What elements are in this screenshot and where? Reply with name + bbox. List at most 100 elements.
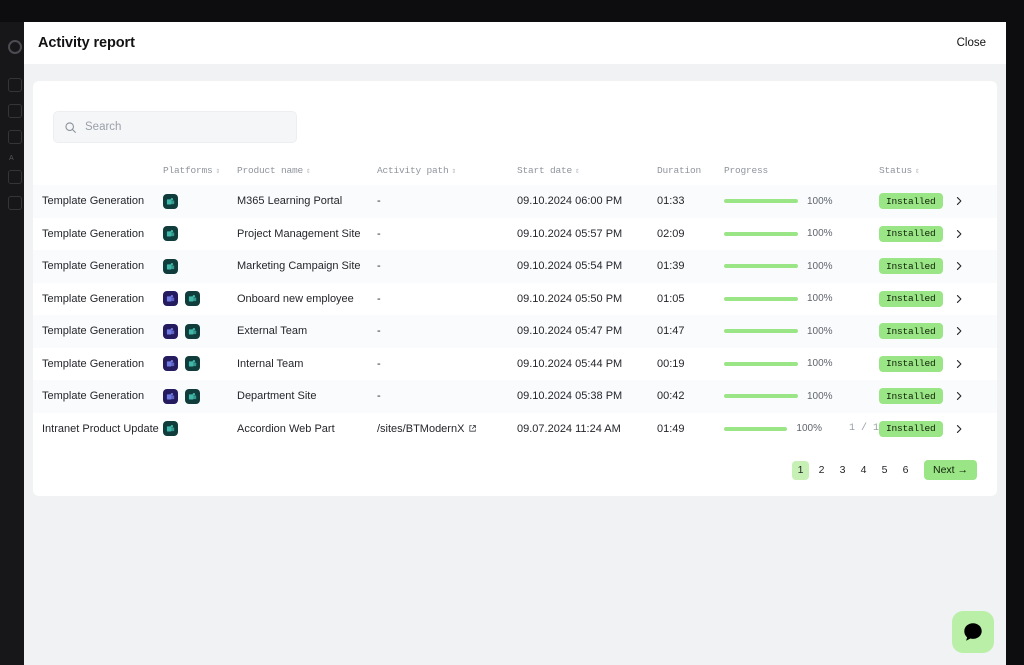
teams-icon	[163, 291, 178, 307]
row-expand-button[interactable]	[954, 315, 997, 348]
progress-group: 100%	[724, 293, 879, 304]
table-header-row: Platforms ⇕ Product name ⇕ Activity path ⇕ …	[33, 157, 997, 185]
cell-product-name: Project Management Site	[237, 227, 361, 240]
chevron-right-icon	[956, 229, 962, 238]
column-header-start[interactable]: Start date ⇕	[517, 157, 657, 185]
column-header-chevron	[954, 157, 997, 185]
cell-activity-path: -	[377, 227, 381, 240]
cell-start-date: 09.10.2024 05:57 PM	[517, 227, 623, 240]
row-expand-button[interactable]	[954, 185, 997, 218]
cell-progress: 100%	[724, 185, 879, 218]
progress-bar	[724, 394, 798, 399]
table-row[interactable]: Template Generation Internal Team - 09.10.2…	[33, 347, 997, 381]
cell-product-name: External Team	[237, 325, 308, 338]
progress-group: 100%	[724, 261, 879, 272]
cell-progress: 100%	[724, 250, 879, 283]
status-badge: Installed	[879, 355, 943, 372]
row-expand-button[interactable]	[954, 380, 997, 413]
cell-activity: Template Generation	[42, 357, 145, 370]
chevron-right-icon	[956, 262, 962, 271]
progress-bar	[724, 264, 798, 269]
status-badge: Installed	[879, 420, 943, 437]
row-expand-button[interactable]	[954, 250, 997, 283]
cell-activity-path: -	[377, 390, 381, 403]
table-row[interactable]: Intranet Product Update Accordion Web Par…	[33, 412, 997, 446]
search-box[interactable]	[53, 111, 297, 143]
cell-platforms	[163, 283, 237, 316]
progress-percent-label: 100%	[807, 195, 833, 207]
page-button-1[interactable]: 1	[791, 460, 809, 480]
sharepoint-icon	[163, 421, 178, 437]
sharepoint-icon	[163, 258, 178, 274]
teams-icon	[163, 356, 178, 372]
column-header-product[interactable]: Product name ⇕	[237, 157, 377, 185]
search-input[interactable]	[85, 121, 286, 133]
progress-group: 100%	[724, 228, 879, 239]
cell-progress: 100%	[724, 218, 879, 251]
chevron-right-icon	[956, 327, 962, 336]
activity-path-link[interactable]: /sites/BTModernX	[377, 423, 477, 435]
close-button[interactable]: Close	[957, 37, 986, 49]
progress-bar-fill	[724, 329, 798, 334]
table-row[interactable]: Template Generation Marketing Campaign Si…	[33, 250, 997, 283]
page-button-2[interactable]: 2	[813, 461, 830, 480]
cell-activity: Template Generation	[42, 390, 145, 403]
cell-progress: 100%	[724, 315, 879, 348]
chat-widget-button[interactable]	[952, 611, 994, 653]
rail-icon-5[interactable]	[8, 196, 22, 210]
cell-activity-path: -	[377, 357, 381, 370]
external-link-icon	[469, 425, 477, 432]
page-button-3[interactable]: 3	[834, 461, 851, 480]
table-row[interactable]: Template Generation External Team - 09.10.2…	[33, 315, 997, 348]
cell-activity-path[interactable]: /sites/BTModernX	[377, 413, 517, 446]
modal-surface: Activity report Close Platforms⇕ Product…	[24, 22, 1006, 665]
logo-icon	[8, 40, 22, 54]
page-button-6[interactable]: 6	[897, 461, 914, 480]
cell-platforms	[163, 315, 237, 348]
sharepoint-icon	[185, 291, 200, 307]
next-page-button[interactable]: Next →	[923, 460, 977, 480]
progress-percent-label: 100%	[807, 228, 833, 240]
platform-icon-group	[163, 356, 237, 372]
row-expand-button[interactable]	[954, 348, 997, 381]
sharepoint-icon	[163, 193, 178, 209]
progress-group: 100%	[724, 196, 879, 207]
row-expand-button[interactable]	[954, 283, 997, 316]
cell-start-date: 09.10.2024 05:38 PM	[517, 390, 623, 403]
row-expand-button[interactable]	[954, 218, 997, 251]
progress-group: 100% 1 / 1	[724, 423, 879, 434]
status-badge: Installed	[879, 388, 943, 405]
cell-status: Installed	[879, 185, 954, 218]
cell-status: Installed	[879, 380, 954, 413]
column-header-path[interactable]: Activity path ⇕	[377, 157, 517, 185]
cell-progress: 100%	[724, 348, 879, 381]
cell-status: Installed	[879, 250, 954, 283]
rail-icon-4[interactable]	[8, 170, 22, 184]
rail-icon-2[interactable]	[8, 104, 22, 118]
table-row[interactable]: Template Generation Onboard new employee -…	[33, 282, 997, 316]
column-header-status[interactable]: Status ⇕	[879, 157, 954, 185]
cell-start-date: 09.10.2024 05:47 PM	[517, 325, 623, 338]
cell-status: Installed	[879, 218, 954, 251]
page-button-4[interactable]: 4	[855, 461, 872, 480]
progress-percent-label: 100%	[796, 423, 822, 435]
page-button-5[interactable]: 5	[876, 461, 893, 480]
platform-icon-group	[163, 323, 237, 339]
activity-table: Platforms ⇕ Product name ⇕ Activity path ⇕ …	[33, 157, 997, 445]
progress-bar-fill	[724, 296, 798, 301]
table-row[interactable]: Template Generation M365 Learning Portal -…	[33, 185, 997, 218]
cell-progress: 100%	[724, 283, 879, 316]
cell-product-name: Internal Team	[237, 357, 304, 370]
cell-platforms	[163, 250, 237, 283]
rail-icon-1[interactable]	[8, 78, 22, 92]
column-header-platforms[interactable]: Platforms ⇕	[163, 157, 237, 185]
cell-status: Installed	[879, 315, 954, 348]
status-badge: Installed	[879, 258, 943, 275]
rail-icon-3[interactable]	[8, 130, 22, 144]
cell-platforms	[163, 380, 237, 413]
platform-icon-group	[163, 193, 237, 209]
sort-icon: ⇕	[306, 167, 311, 176]
table-row[interactable]: Template Generation Department Site - 09.10…	[33, 380, 997, 413]
table-row[interactable]: Template Generation Project Management Si…	[33, 217, 997, 251]
row-expand-button[interactable]	[954, 413, 997, 446]
